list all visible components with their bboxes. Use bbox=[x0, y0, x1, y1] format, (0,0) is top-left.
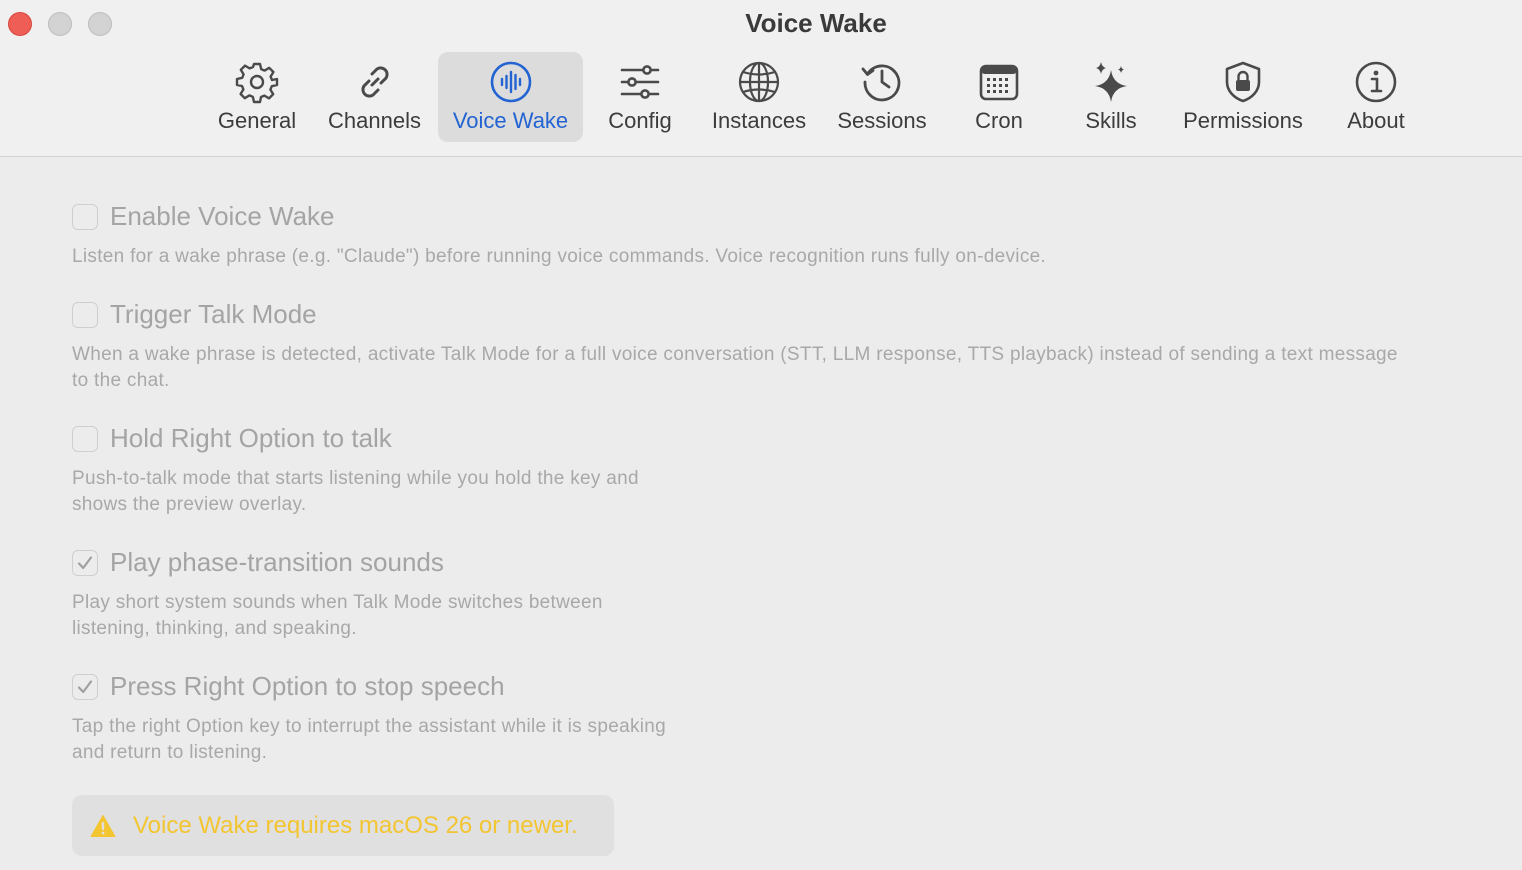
tab-voice-wake[interactable]: Voice Wake bbox=[438, 52, 583, 142]
tab-label: Sessions bbox=[837, 108, 927, 133]
info-icon bbox=[1355, 61, 1397, 103]
history-clock-icon bbox=[861, 64, 901, 102]
os-version-warning: Voice Wake requires macOS 26 or newer. bbox=[72, 795, 614, 856]
option-label: Hold Right Option to talk bbox=[110, 423, 392, 453]
sliders-icon bbox=[620, 65, 660, 99]
checkmark-icon bbox=[77, 680, 93, 694]
globe-icon bbox=[738, 61, 780, 103]
sparkles-icon bbox=[1095, 62, 1127, 102]
tab-general[interactable]: General bbox=[211, 52, 303, 142]
option-description: Push-to-talk mode that starts listening … bbox=[72, 468, 639, 515]
tab-cron[interactable]: Cron bbox=[966, 52, 1032, 142]
option-description: Tap the right Option key to interrupt th… bbox=[72, 716, 667, 763]
tab-sessions[interactable]: Sessions bbox=[832, 52, 932, 142]
tab-about[interactable]: About bbox=[1340, 52, 1412, 142]
option-description: Listen for a wake phrase (e.g. "Claude")… bbox=[72, 246, 1047, 267]
tab-label: Permissions bbox=[1183, 108, 1303, 133]
warning-text: Voice Wake requires macOS 26 or newer. bbox=[133, 811, 578, 839]
tab-label: Voice Wake bbox=[452, 108, 569, 133]
tab-permissions[interactable]: Permissions bbox=[1175, 52, 1311, 142]
gear-icon bbox=[235, 62, 279, 104]
tab-config[interactable]: Config bbox=[600, 52, 680, 142]
voice-wake-settings: Enable Voice Wake Listen for a wake phra… bbox=[0, 157, 1522, 870]
option-label: Enable Voice Wake bbox=[110, 201, 335, 231]
waveform-icon bbox=[490, 61, 531, 103]
enable-voice-wake-checkbox[interactable] bbox=[72, 204, 98, 230]
settings-window: Voice Wake General Channels Voice Wake C… bbox=[0, 0, 1522, 870]
tab-label: Cron bbox=[975, 108, 1023, 133]
tab-label: Config bbox=[608, 108, 672, 133]
tab-skills[interactable]: Skills bbox=[1078, 52, 1144, 142]
tab-instances[interactable]: Instances bbox=[705, 52, 813, 142]
tab-label: Channels bbox=[328, 108, 421, 133]
toolbar: Voice Wake General Channels Voice Wake C… bbox=[0, 0, 1522, 157]
option-label: Play phase-transition sounds bbox=[110, 547, 444, 577]
link-icon bbox=[360, 66, 389, 98]
calendar-icon bbox=[979, 64, 1019, 101]
option-description: Play short system sounds when Talk Mode … bbox=[72, 592, 603, 639]
lock-shield-icon bbox=[1225, 61, 1261, 103]
stop-speech-checkbox[interactable] bbox=[72, 674, 98, 700]
option-label: Trigger Talk Mode bbox=[110, 299, 317, 329]
tab-channels[interactable]: Channels bbox=[324, 52, 425, 142]
tab-label: Instances bbox=[711, 108, 807, 133]
tab-label: General bbox=[217, 108, 297, 133]
option-description: When a wake phrase is detected, activate… bbox=[72, 344, 1398, 391]
hold-right-option-checkbox[interactable] bbox=[72, 426, 98, 452]
phase-transition-sounds-checkbox[interactable] bbox=[72, 550, 98, 576]
window-title: Voice Wake bbox=[745, 8, 887, 38]
trigger-talk-mode-checkbox[interactable] bbox=[72, 302, 98, 328]
tab-label: Skills bbox=[1085, 108, 1137, 133]
option-label: Press Right Option to stop speech bbox=[110, 671, 505, 701]
warning-triangle-icon bbox=[90, 814, 116, 837]
tab-label: About bbox=[1347, 108, 1405, 133]
checkmark-icon bbox=[77, 556, 93, 570]
